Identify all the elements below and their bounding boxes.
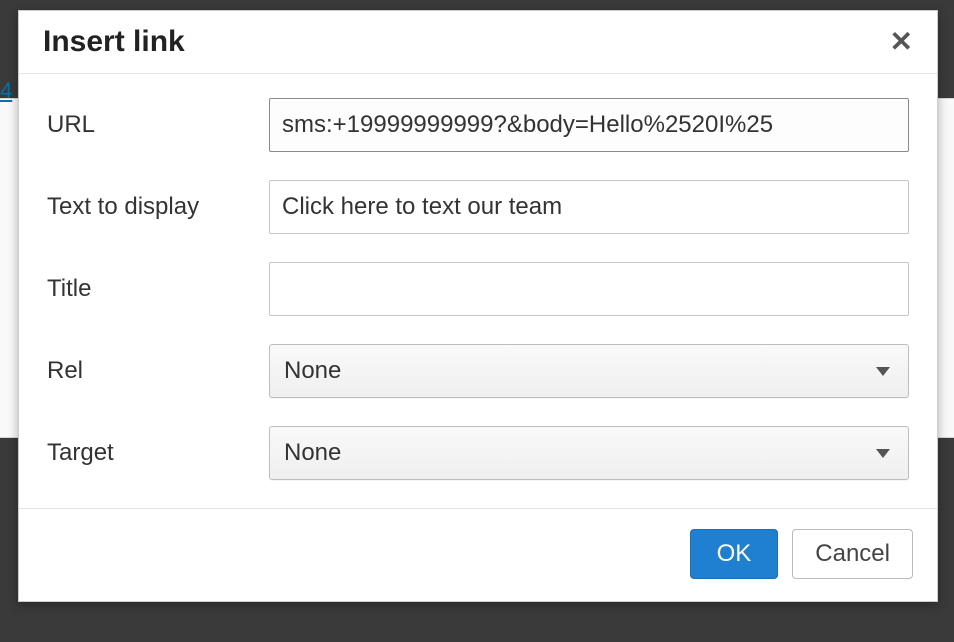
label-rel: Rel bbox=[47, 357, 269, 385]
dialog-header: Insert link ✕ bbox=[19, 11, 937, 74]
label-title: Title bbox=[47, 275, 269, 303]
row-text-to-display: Text to display bbox=[47, 180, 909, 234]
chevron-down-icon bbox=[876, 449, 890, 458]
dialog-title: Insert link bbox=[43, 25, 185, 59]
insert-link-dialog: Insert link ✕ URL Text to display Title bbox=[18, 10, 938, 602]
chevron-down-icon bbox=[876, 367, 890, 376]
ok-button[interactable]: OK bbox=[690, 529, 779, 579]
row-url: URL bbox=[47, 98, 909, 152]
label-text-to-display: Text to display bbox=[47, 193, 269, 221]
row-target: Target None bbox=[47, 426, 909, 480]
background-link-fragment: 4 bbox=[0, 78, 12, 104]
modal-backdrop: 4 Insert link ✕ URL Text to display Titl… bbox=[0, 0, 954, 642]
row-title: Title bbox=[47, 262, 909, 316]
url-input[interactable] bbox=[269, 98, 909, 152]
close-icon[interactable]: ✕ bbox=[890, 28, 913, 56]
dialog-footer: OK Cancel bbox=[19, 508, 937, 601]
rel-select-value: None bbox=[284, 357, 341, 385]
target-select[interactable]: None bbox=[269, 426, 909, 480]
label-target: Target bbox=[47, 439, 269, 467]
label-url: URL bbox=[47, 111, 269, 139]
dialog-body: URL Text to display Title Rel bbox=[19, 74, 937, 508]
target-select-value: None bbox=[284, 439, 341, 467]
row-rel: Rel None bbox=[47, 344, 909, 398]
cancel-button[interactable]: Cancel bbox=[792, 529, 913, 579]
title-input[interactable] bbox=[269, 262, 909, 316]
rel-select[interactable]: None bbox=[269, 344, 909, 398]
text-to-display-input[interactable] bbox=[269, 180, 909, 234]
